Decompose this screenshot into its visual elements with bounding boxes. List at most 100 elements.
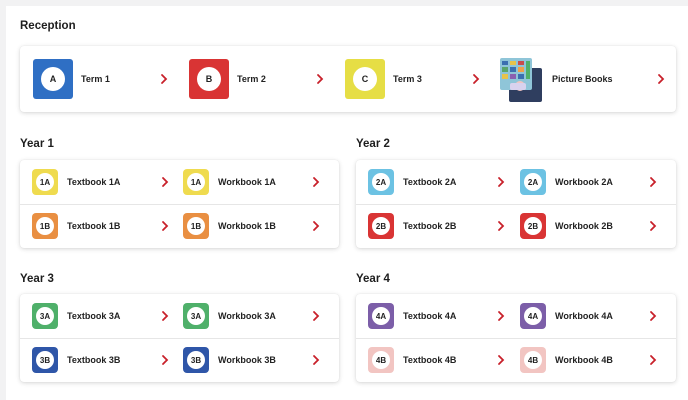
textbook-1b-link[interactable]: 1B Textbook 1B <box>32 213 172 239</box>
textbook-2b-label: Textbook 2B <box>403 221 457 231</box>
reception-term-2-link[interactable]: B Term 2 <box>189 59 339 99</box>
picture-books-label: Picture Books <box>552 74 613 84</box>
term-2-badge: B <box>189 59 229 99</box>
reception-card: A Term 1 B Term 2 C Term 3 Picture Books <box>20 46 676 112</box>
workbook-3b-link[interactable]: 3B Workbook 3B <box>183 347 323 373</box>
workbook-2a-badge: 2A <box>520 169 546 195</box>
section-title-year-3: Year 3 <box>20 273 54 285</box>
chevron-right-icon <box>315 73 325 85</box>
workbook-1a-label: Workbook 1A <box>218 177 276 187</box>
reception-term-3-link[interactable]: C Term 3 <box>345 59 495 99</box>
badge-text: 4A <box>524 307 542 325</box>
textbook-2a-link[interactable]: 2A Textbook 2A <box>368 169 508 195</box>
reception-picture-books-link[interactable]: Picture Books <box>500 57 668 102</box>
term-2-badge-letter: B <box>197 67 221 91</box>
year-2-card: 2A Textbook 2A 2A Workbook 2A 2B Textboo… <box>356 160 676 248</box>
textbook-3b-label: Textbook 3B <box>67 355 121 365</box>
workbook-4a-label: Workbook 4A <box>555 311 613 321</box>
badge-text: 1B <box>187 217 205 235</box>
textbook-4b-label: Textbook 4B <box>403 355 457 365</box>
section-title-year-2: Year 2 <box>356 138 390 150</box>
badge-text: 1B <box>36 217 54 235</box>
chevron-right-icon <box>159 73 169 85</box>
textbook-4a-link[interactable]: 4A Textbook 4A <box>368 303 508 329</box>
textbook-4b-link[interactable]: 4B Textbook 4B <box>368 347 508 373</box>
workbook-2b-label: Workbook 2B <box>555 221 613 231</box>
workbook-1a-link[interactable]: 1A Workbook 1A <box>183 169 323 195</box>
chevron-right-icon <box>496 176 506 188</box>
workbook-4b-link[interactable]: 4B Workbook 4B <box>520 347 660 373</box>
badge-text: 4A <box>372 307 390 325</box>
term-2-label: Term 2 <box>237 74 266 84</box>
workbook-3b-badge: 3B <box>183 347 209 373</box>
chevron-right-icon <box>656 73 666 85</box>
textbook-4b-badge: 4B <box>368 347 394 373</box>
textbook-1a-badge: 1A <box>32 169 58 195</box>
workbook-4a-badge: 4A <box>520 303 546 329</box>
workbook-2a-link[interactable]: 2A Workbook 2A <box>520 169 660 195</box>
textbook-1b-badge: 1B <box>32 213 58 239</box>
workbook-4b-badge: 4B <box>520 347 546 373</box>
chevron-right-icon <box>160 354 170 366</box>
chevron-right-icon <box>648 220 658 232</box>
workbook-4a-link[interactable]: 4A Workbook 4A <box>520 303 660 329</box>
textbook-2b-link[interactable]: 2B Textbook 2B <box>368 213 508 239</box>
workbook-1b-badge: 1B <box>183 213 209 239</box>
workbook-2b-link[interactable]: 2B Workbook 2B <box>520 213 660 239</box>
term-1-label: Term 1 <box>81 74 110 84</box>
term-1-badge-letter: A <box>41 67 65 91</box>
chevron-right-icon <box>160 220 170 232</box>
textbook-4a-label: Textbook 4A <box>403 311 457 321</box>
badge-text: 3B <box>187 351 205 369</box>
divider <box>356 204 676 205</box>
divider <box>20 204 339 205</box>
year-4-card: 4A Textbook 4A 4A Workbook 4A 4B Textboo… <box>356 294 676 382</box>
chevron-right-icon <box>311 176 321 188</box>
badge-text: 4B <box>372 351 390 369</box>
badge-text: 2A <box>372 173 390 191</box>
chevron-right-icon <box>496 220 506 232</box>
textbook-1b-label: Textbook 1B <box>67 221 121 231</box>
textbook-3a-label: Textbook 3A <box>67 311 121 321</box>
section-title-reception: Reception <box>20 20 76 32</box>
year-3-card: 3A Textbook 3A 3A Workbook 3A 3B Textboo… <box>20 294 339 382</box>
workbook-3a-label: Workbook 3A <box>218 311 276 321</box>
chevron-right-icon <box>160 310 170 322</box>
section-title-year-1: Year 1 <box>20 138 54 150</box>
textbook-4a-badge: 4A <box>368 303 394 329</box>
badge-text: 3B <box>36 351 54 369</box>
textbook-2a-label: Textbook 2A <box>403 177 457 187</box>
textbook-3b-badge: 3B <box>32 347 58 373</box>
chevron-right-icon <box>648 354 658 366</box>
workbook-3b-label: Workbook 3B <box>218 355 276 365</box>
divider <box>356 338 676 339</box>
textbook-3b-link[interactable]: 3B Textbook 3B <box>32 347 172 373</box>
workbook-4b-label: Workbook 4B <box>555 355 613 365</box>
badge-text: 2A <box>524 173 542 191</box>
reception-term-1-link[interactable]: A Term 1 <box>33 59 183 99</box>
badge-text: 3A <box>36 307 54 325</box>
textbook-1a-link[interactable]: 1A Textbook 1A <box>32 169 172 195</box>
chevron-right-icon <box>648 310 658 322</box>
badge-text: 3A <box>187 307 205 325</box>
textbook-2a-badge: 2A <box>368 169 394 195</box>
picture-books-icon <box>500 58 542 102</box>
textbook-2b-badge: 2B <box>368 213 394 239</box>
chevron-right-icon <box>311 310 321 322</box>
term-1-badge: A <box>33 59 73 99</box>
textbook-3a-link[interactable]: 3A Textbook 3A <box>32 303 172 329</box>
section-title-year-4: Year 4 <box>356 273 390 285</box>
term-3-label: Term 3 <box>393 74 422 84</box>
chevron-right-icon <box>311 354 321 366</box>
chevron-right-icon <box>471 73 481 85</box>
workbook-2b-badge: 2B <box>520 213 546 239</box>
badge-text: 2B <box>372 217 390 235</box>
badge-text: 2B <box>524 217 542 235</box>
workbook-1a-badge: 1A <box>183 169 209 195</box>
workbook-1b-link[interactable]: 1B Workbook 1B <box>183 213 323 239</box>
workbook-3a-link[interactable]: 3A Workbook 3A <box>183 303 323 329</box>
chevron-right-icon <box>311 220 321 232</box>
chevron-right-icon <box>496 310 506 322</box>
workbook-3a-badge: 3A <box>183 303 209 329</box>
badge-text: 4B <box>524 351 542 369</box>
